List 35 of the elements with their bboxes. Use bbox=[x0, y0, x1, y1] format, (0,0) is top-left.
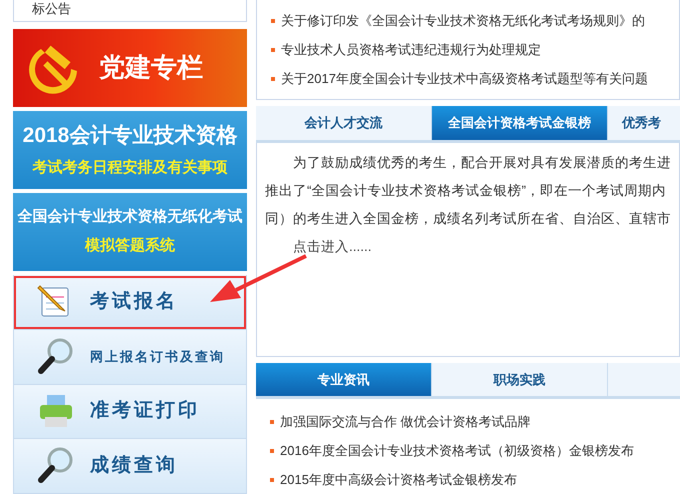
banner-title: 党建专栏 bbox=[99, 51, 203, 84]
bullet-icon bbox=[270, 420, 274, 424]
menu-item[interactable]: 考试报名 bbox=[13, 275, 247, 330]
news-link[interactable]: 2015年度中高级会计资格考试金银榜发布 bbox=[280, 470, 517, 490]
bullet-icon bbox=[270, 478, 274, 482]
menu-item[interactable]: 网上报名订书及查询 bbox=[13, 330, 247, 385]
menu-label: 成绩查询 bbox=[90, 454, 178, 478]
news-link[interactable]: 2016年度全国会计专业技术资格考试（初级资格）金银榜发布 bbox=[280, 440, 634, 460]
news-link[interactable]: 关于修订印发《全国会计专业技术资格无纸化考试考场规则》的 bbox=[281, 10, 645, 30]
banner-title: 全国会计专业技术资格无纸化考试 bbox=[18, 207, 242, 228]
bullet-icon bbox=[271, 18, 275, 22]
news-link[interactable]: 关于2017年度全国会计专业技术中高级资格考试题型等有关问题 bbox=[281, 68, 648, 88]
menu-label: 考试报名 bbox=[90, 290, 178, 314]
paragraph-line: 为了鼓励成绩优秀的考生，配合开展对具有发展潜质的考生进 bbox=[292, 154, 672, 172]
notice-link[interactable]: 标公告 bbox=[13, 0, 247, 22]
bullet-icon bbox=[271, 76, 275, 80]
tab[interactable]: 全国会计资格考试金银榜 bbox=[432, 106, 608, 140]
bullet-icon bbox=[270, 448, 274, 453]
news-link[interactable]: 专业技术人员资格考试违纪违规行为处理规定 bbox=[281, 40, 541, 60]
enter-link[interactable]: 点击进入...... bbox=[265, 232, 679, 261]
news-link[interactable]: 加强国际交流与合作 做优会计资格考试品牌 bbox=[280, 412, 531, 432]
banner-title: 2018会计专业技术资格 bbox=[22, 122, 238, 149]
menu-label: 准考证打印 bbox=[90, 398, 200, 424]
banner-subtitle: 考试考务日程安排及有关事项 bbox=[32, 158, 228, 178]
bullet-icon bbox=[271, 48, 275, 52]
tab[interactable]: 优秀考 bbox=[608, 106, 680, 140]
party-banner[interactable]: 党建专栏 bbox=[13, 28, 247, 107]
tab[interactable]: 专业资讯 bbox=[256, 362, 432, 396]
banner-subtitle: 模拟答题系统 bbox=[85, 236, 175, 256]
paragraph-line: 推出了“全国会计专业技术资格考试金银榜”，即在一个考试周期内 bbox=[265, 182, 667, 200]
menu-item[interactable]: 准考证打印 bbox=[13, 384, 247, 440]
paragraph-line: 同）的考生进入全国金榜，成绩名列考试所在省、自治区、直辖市 bbox=[265, 210, 672, 228]
tab[interactable]: 职场实践 bbox=[432, 362, 608, 396]
menu-label: 网上报名订书及查询 bbox=[90, 348, 225, 366]
menu-item[interactable]: 成绩查询 bbox=[13, 439, 247, 494]
